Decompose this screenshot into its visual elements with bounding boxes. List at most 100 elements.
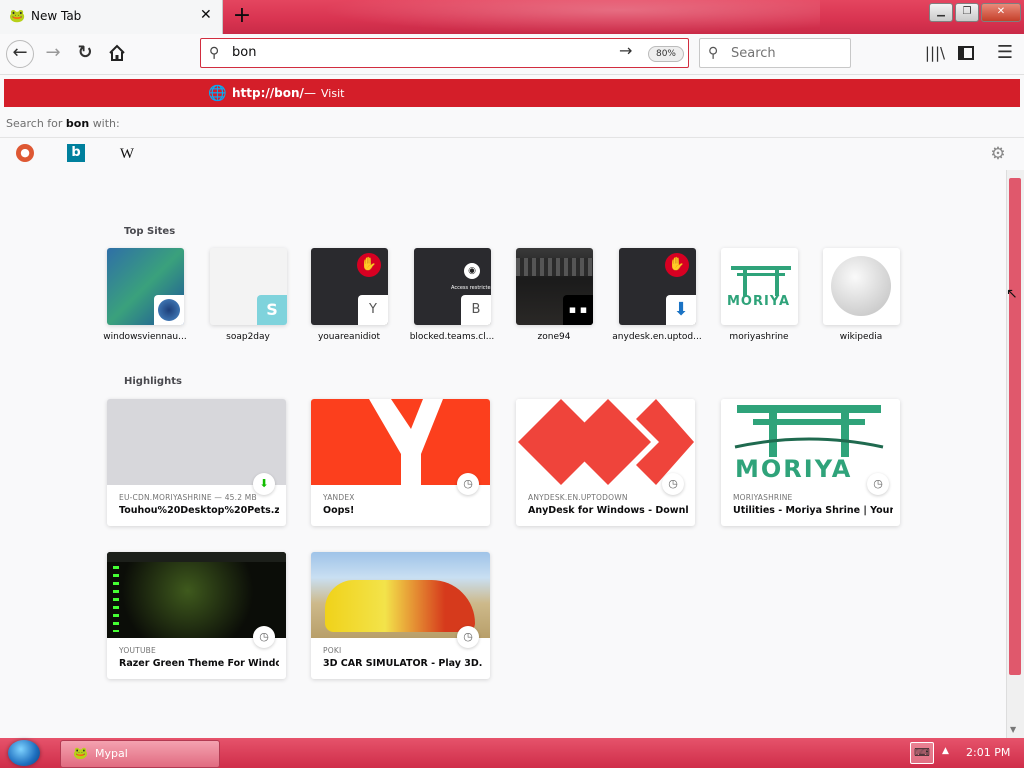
new-tab-button[interactable]: + (232, 4, 252, 28)
top-site-label: blocked.teams.cl... (409, 332, 495, 342)
taskbar-app-mypal[interactable]: 🐸 Mypal (60, 740, 220, 768)
hamburger-menu-icon: ☰ (996, 42, 1014, 63)
card-source: POKI (323, 646, 342, 655)
library-button[interactable]: |||\ (922, 40, 948, 66)
top-site-thumbnail: S (210, 248, 287, 325)
bing-icon[interactable]: b (67, 144, 85, 162)
home-button[interactable] (104, 40, 130, 66)
url-input[interactable]: bon (232, 45, 256, 60)
suggestion-url: http://bon/ (232, 86, 304, 100)
search-settings-gear-icon[interactable]: ⚙ (988, 144, 1008, 164)
card-source: YOUTUBE (119, 646, 156, 655)
torii-gate-icon (734, 405, 884, 457)
highlights-heading: Highlights (124, 376, 182, 387)
url-bar[interactable]: ⚲ bon → 80% (200, 38, 689, 68)
anydesk-logo-icon (518, 399, 694, 485)
top-site-thumbnail: MORIYA (721, 248, 798, 325)
top-site-thumbnail: ✋ Y (311, 248, 388, 325)
search-box[interactable]: ⚲ Search (699, 38, 851, 68)
search-for-label: Search for bon with: (6, 117, 120, 130)
menu-button[interactable]: ☰ (992, 40, 1018, 66)
highlight-card[interactable]: ◷ ANYDESK.EN.UPTODOWN AnyDesk for Window… (516, 399, 695, 526)
top-site-youareanidiot[interactable]: ✋ Y youareanidiot (311, 248, 399, 342)
wikipedia-icon[interactable]: W (117, 144, 137, 164)
top-site-anydesk[interactable]: ✋ ⬇ anydesk.en.uptod... (612, 248, 707, 342)
card-source: MORIYASHRINE (733, 493, 793, 502)
thumbnail-decoration (516, 258, 593, 276)
highlight-card[interactable]: ◷ YANDEX Oops! (311, 399, 490, 526)
blocked-hand-icon: ✋ (665, 253, 689, 277)
site-logo-icon (154, 295, 184, 325)
forward-button[interactable]: → (40, 40, 66, 66)
taskbar-clock[interactable]: 2:01 PM (966, 746, 1010, 759)
tab-title: New Tab (31, 9, 82, 23)
top-site-wikipedia[interactable]: wikipedia (823, 248, 911, 342)
scrollbar-thumb[interactable] (1009, 178, 1021, 675)
top-site-label: zone94 (537, 332, 571, 342)
card-title: Touhou%20Desktop%20Pets.zip (119, 505, 279, 516)
tab-close-icon[interactable]: ✕ (200, 7, 212, 23)
search-placeholder: Search (731, 46, 776, 61)
top-site-soap2day[interactable]: S soap2day (210, 248, 298, 342)
top-site-label: anydesk.en.uptod... (612, 332, 702, 342)
moriya-logo-text: MORIYA (727, 294, 791, 309)
mypal-app-icon: 🐸 (73, 746, 88, 760)
minimize-button[interactable]: ▁ (929, 3, 953, 22)
top-site-thumbnail (823, 248, 900, 325)
site-logo-icon: ▪ ▪ (563, 295, 593, 325)
thumbnail-decoration (107, 552, 286, 562)
home-icon (109, 44, 125, 61)
card-source: EU-CDN.MORIYASHRINE — 45.2 MB (119, 493, 257, 502)
reload-button[interactable]: ↻ (72, 40, 98, 66)
card-thumbnail (311, 552, 490, 638)
thumbnail-decoration (113, 566, 119, 632)
reload-icon: ↻ (77, 42, 93, 63)
back-button[interactable]: ← (6, 40, 34, 68)
card-source: ANYDESK.EN.UPTODOWN (528, 493, 628, 502)
show-hidden-icons-arrow-icon[interactable]: ▲ (942, 746, 949, 756)
sidebar-button[interactable] (953, 40, 979, 66)
back-arrow-icon: ← (12, 42, 28, 63)
tab-new-tab[interactable]: 🐸 New Tab ✕ (0, 0, 223, 34)
history-clock-icon: ◷ (457, 626, 479, 648)
highlight-card[interactable]: MORIYA ◷ MORIYASHRINE Utilities - Moriya… (721, 399, 900, 526)
keyboard-icon[interactable]: ⌨ (910, 742, 934, 764)
card-title: 3D CAR SIMULATOR - Play 3D... (323, 658, 483, 669)
highlight-card[interactable]: ⬇ EU-CDN.MORIYASHRINE — 45.2 MB Touhou%2… (107, 399, 286, 526)
start-button[interactable] (8, 740, 40, 766)
top-site-moriyashrine[interactable]: MORIYA moriyashrine (721, 248, 809, 342)
zoom-indicator[interactable]: 80% (648, 46, 684, 62)
top-site-thumbnail: ✋ ⬇ (619, 248, 696, 325)
card-thumbnail (107, 399, 286, 485)
card-source: YANDEX (323, 493, 355, 502)
scroll-down-arrow-icon[interactable]: ▼ (1010, 725, 1016, 734)
download-icon: ⬇ (253, 473, 275, 495)
top-site-blocked-teams[interactable]: ◉ Access restricte B blocked.teams.cl... (410, 248, 502, 342)
highlight-card[interactable]: ◷ YOUTUBE Razer Green Theme For Windo... (107, 552, 286, 679)
top-site-label: youareanidiot (317, 332, 381, 342)
mouse-cursor-icon: ↖ (1006, 286, 1018, 302)
new-tab-content: Top Sites windowsviennau... S soap2day ✋… (0, 170, 1006, 738)
maximize-button[interactable]: ❐ (955, 3, 979, 22)
highlight-card[interactable]: ◷ POKI 3D CAR SIMULATOR - Play 3D... (311, 552, 490, 679)
top-site-label: wikipedia (839, 332, 883, 342)
top-site-thumbnail: ◉ Access restricte B (414, 248, 491, 325)
history-clock-icon: ◷ (867, 473, 889, 495)
close-window-button[interactable]: ✕ (981, 3, 1021, 22)
history-clock-icon: ◷ (662, 473, 684, 495)
duckduckgo-icon[interactable]: ● (16, 144, 34, 162)
torii-gate-icon (731, 266, 791, 296)
url-suggestion-row[interactable]: 🌐 http://bon/ — Visit (4, 79, 1020, 107)
site-letter-icon: B (461, 295, 491, 325)
suggestion-action: Visit (321, 87, 345, 100)
mypal-favicon-icon: 🐸 (9, 9, 26, 24)
sidebar-icon (958, 46, 974, 60)
top-site-windowsviennau[interactable]: windowsviennau... (103, 248, 195, 342)
forward-arrow-icon: → (45, 42, 61, 63)
one-off-search-engines: ● b W ⚙ (0, 137, 1024, 171)
history-clock-icon: ◷ (457, 473, 479, 495)
top-site-zone94[interactable]: ▪ ▪ zone94 (516, 248, 604, 342)
top-site-label: windowsviennau... (103, 332, 187, 342)
go-arrow-icon[interactable]: → (619, 41, 632, 60)
suggestion-separator: — (304, 86, 316, 100)
